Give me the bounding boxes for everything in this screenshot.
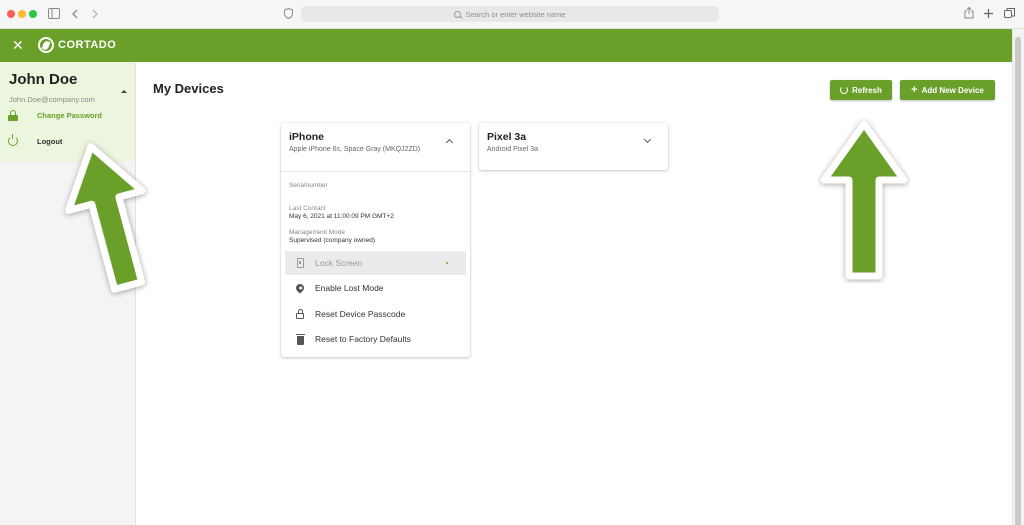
brand-name: CORTADO xyxy=(58,39,117,51)
device-name: Pixel 3a xyxy=(487,131,527,143)
lock-screen-action[interactable]: Lock Screen xyxy=(285,251,466,275)
device-model: Apple iPhone 6s, Space Gray (MKQJ2ZD) xyxy=(289,146,421,153)
last-contact-label: Last Contact xyxy=(289,205,326,212)
tabs-icon[interactable] xyxy=(1004,8,1015,19)
back-icon[interactable] xyxy=(72,9,78,19)
new-tab-icon[interactable] xyxy=(984,9,993,18)
loading-dot xyxy=(446,262,448,264)
scrollbar-thumb[interactable] xyxy=(1015,37,1021,525)
page-scrollbar[interactable] xyxy=(1012,29,1024,525)
app-header: ✕ CORTADO xyxy=(0,29,1012,62)
device-card-pixel-3a[interactable]: Pixel 3a Android Pixel 3a xyxy=(479,123,668,170)
refresh-button[interactable]: Refresh xyxy=(830,80,892,100)
user-email: John.Doe@company.com xyxy=(9,95,95,104)
phone-icon xyxy=(296,258,304,268)
device-model: Android Pixel 3a xyxy=(487,146,538,153)
location-pin-icon xyxy=(294,282,306,294)
serialnumber-label: Serialnumber xyxy=(289,182,328,189)
add-new-device-button[interactable]: + Add New Device xyxy=(900,80,995,100)
user-name: John Doe xyxy=(9,71,78,88)
logout-label: Logout xyxy=(37,136,63,146)
power-icon xyxy=(8,134,18,146)
browser-toolbar: Search or enter website name xyxy=(0,0,1024,29)
plus-icon: + xyxy=(911,84,918,96)
window-zoom-button[interactable] xyxy=(29,10,37,18)
card-divider xyxy=(281,171,470,172)
change-password-label: Change Password xyxy=(37,111,103,120)
refresh-icon xyxy=(840,86,849,94)
annotation-arrow-buttons xyxy=(820,120,908,280)
logout-item[interactable]: Logout xyxy=(8,134,63,146)
chevron-down-icon[interactable] xyxy=(643,135,652,144)
share-icon[interactable] xyxy=(964,7,974,19)
shield-icon[interactable] xyxy=(284,8,293,19)
caret-up-icon[interactable] xyxy=(121,90,127,93)
refresh-label: Refresh xyxy=(852,85,882,95)
cortado-logo-icon xyxy=(38,37,54,53)
window-close-button[interactable] xyxy=(7,10,15,18)
chevron-up-icon[interactable] xyxy=(445,138,454,147)
reset-passcode-action[interactable]: Reset Device Passcode xyxy=(285,302,466,326)
device-name: iPhone xyxy=(289,131,325,143)
reset-passcode-label: Reset Device Passcode xyxy=(315,309,406,319)
lock-icon xyxy=(296,309,304,319)
search-icon xyxy=(454,10,462,18)
factory-reset-action[interactable]: Reset to Factory Defaults xyxy=(285,327,466,351)
management-mode-label: Management Mode xyxy=(289,229,346,236)
window-minimize-button[interactable] xyxy=(18,10,26,18)
sidebar-icon[interactable] xyxy=(48,8,60,19)
annotation-arrow-sidebar xyxy=(65,143,146,293)
factory-reset-label: Reset to Factory Defaults xyxy=(315,334,411,344)
page-title: My Devices xyxy=(153,81,224,96)
add-device-label: Add New Device xyxy=(921,85,984,95)
management-mode-value: Supervised (company owned) xyxy=(289,237,375,244)
address-bar[interactable]: Search or enter website name xyxy=(301,6,719,22)
close-icon[interactable]: ✕ xyxy=(12,37,24,53)
device-card-iphone: iPhone Apple iPhone 6s, Space Gray (MKQJ… xyxy=(281,123,470,357)
forward-icon[interactable] xyxy=(92,9,98,19)
address-bar-placeholder: Search or enter website name xyxy=(465,9,566,19)
lock-icon xyxy=(8,110,18,121)
last-contact-value: May 6, 2021 at 11:00:09 PM GMT+2 xyxy=(289,213,394,220)
enable-lost-mode-action[interactable]: Enable Lost Mode xyxy=(285,276,466,300)
lock-screen-label: Lock Screen xyxy=(315,258,363,268)
change-password-item[interactable]: Change Password xyxy=(8,110,102,121)
enable-lost-mode-label: Enable Lost Mode xyxy=(315,283,384,293)
trash-icon xyxy=(295,333,305,345)
